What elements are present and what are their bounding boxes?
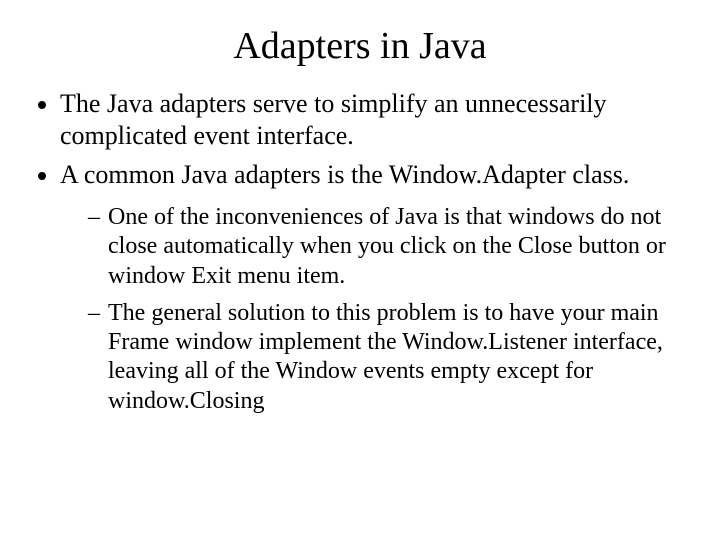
bullet-list: The Java adapters serve to simplify an u… [28, 88, 692, 416]
sub-bullet-item: One of the inconveniences of Java is tha… [88, 203, 692, 291]
sub-bullet-list: One of the inconveniences of Java is tha… [60, 203, 692, 416]
bullet-item: A common Java adapters is the Window.Ada… [60, 159, 692, 416]
bullet-text: A common Java adapters is the Window.Ada… [60, 160, 629, 189]
sub-bullet-item: The general solution to this problem is … [88, 299, 692, 416]
bullet-item: The Java adapters serve to simplify an u… [60, 88, 692, 151]
slide: Adapters in Java The Java adapters serve… [0, 0, 720, 540]
slide-title: Adapters in Java [28, 24, 692, 68]
